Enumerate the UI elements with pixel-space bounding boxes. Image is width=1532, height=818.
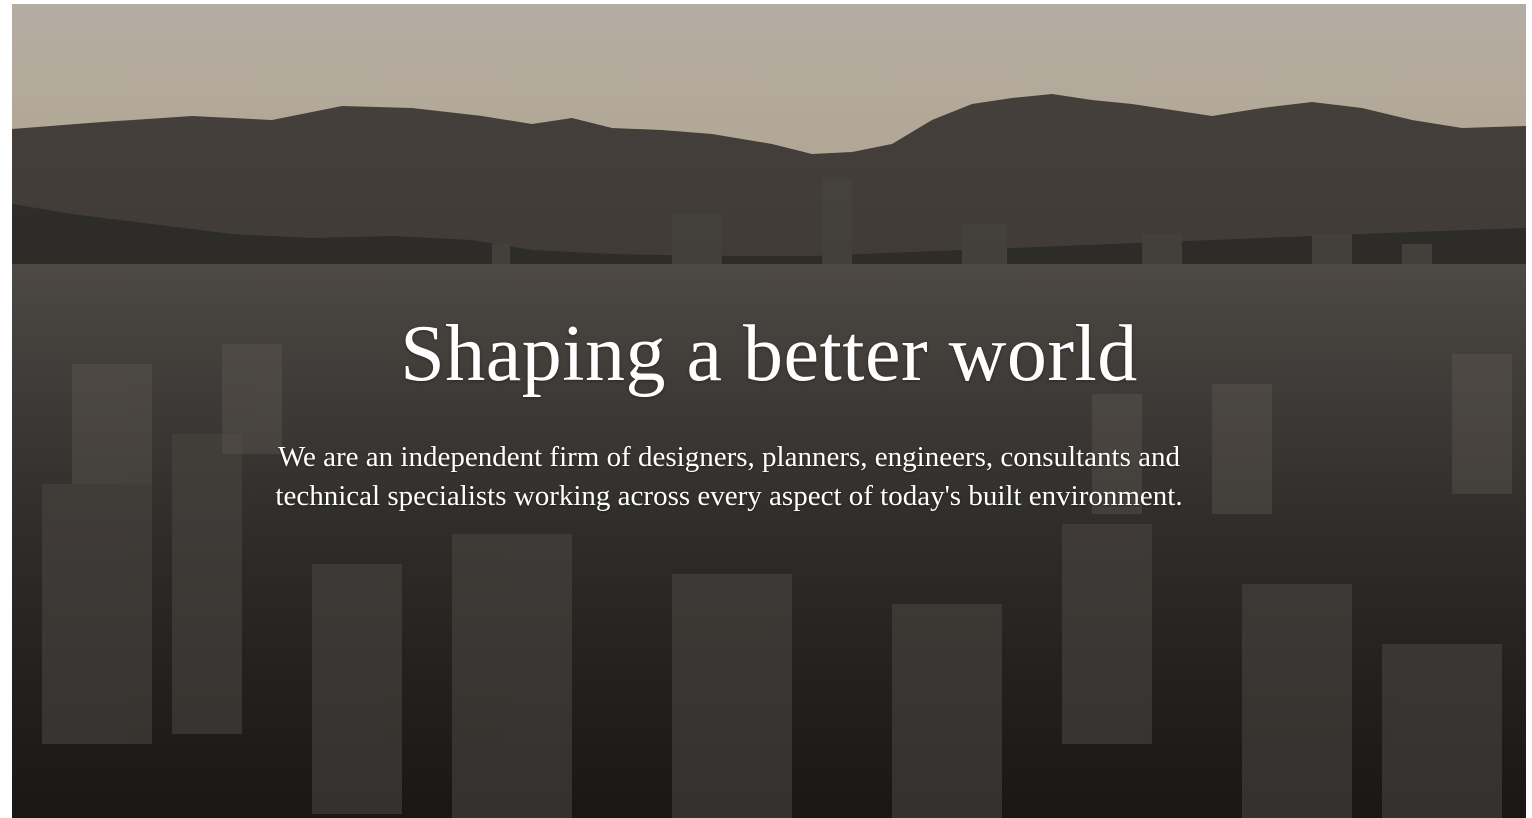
hero-title: Shaping a better world <box>400 310 1138 398</box>
page: Shaping a better world We are an indepen… <box>0 0 1532 818</box>
hero-content: Shaping a better world We are an indepen… <box>12 4 1526 818</box>
hero-banner: Shaping a better world We are an indepen… <box>12 4 1526 818</box>
hero-subtitle: We are an independent firm of designers,… <box>275 441 1183 512</box>
